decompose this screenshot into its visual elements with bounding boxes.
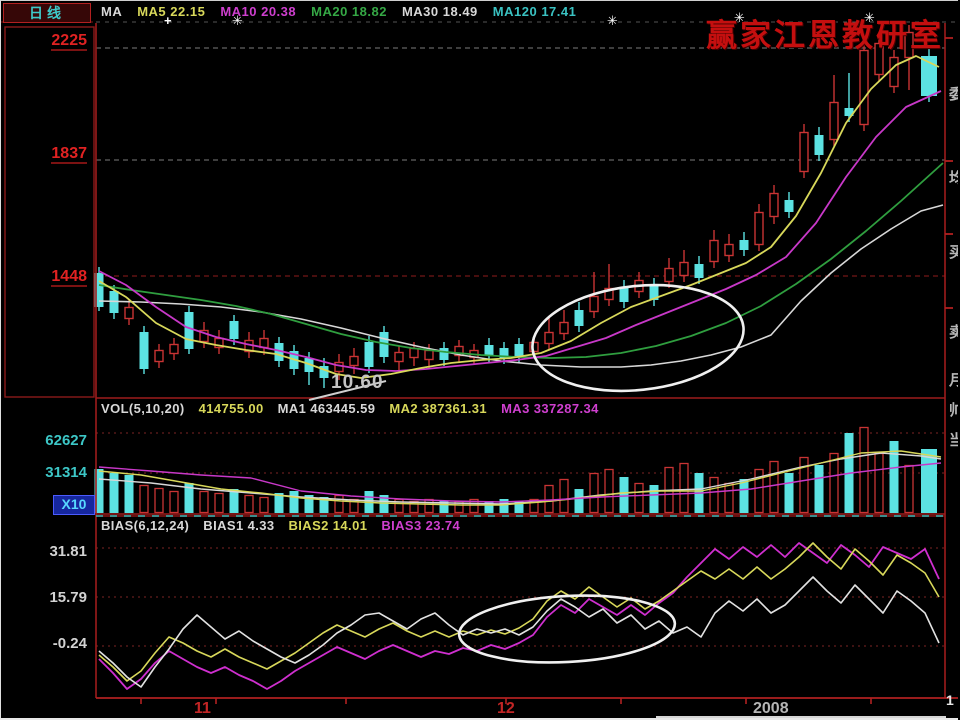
- indicator-value-ma3: MA3 337287.34: [501, 401, 599, 416]
- sidebar-clipped-char: 均: [949, 167, 958, 188]
- indicator-value-bias1: BIAS1 4.33: [203, 518, 274, 533]
- ma-value-ma20: MA20 18.82: [311, 4, 387, 19]
- price-axis-label: 1837: [1, 145, 87, 163]
- ma-values-row: MA MA5 22.15 MA10 20.38 MA20 18.82 MA30 18.4…: [101, 4, 591, 19]
- sidebar-clipped-char: 帅: [949, 399, 958, 420]
- sidebar-clipped-char: 委: [949, 83, 958, 104]
- time-axis-label: 2008: [753, 700, 789, 718]
- bias-indicator-header: BIAS(6,12,24) BIAS1 4.33 BIAS2 14.01 BIAS3 …: [101, 518, 474, 533]
- volume-axis-label: 62627: [1, 432, 87, 449]
- sidebar-clipped-char: 当: [949, 429, 958, 450]
- price-axis-label: 1448: [1, 268, 87, 286]
- bias-axis-label: -0.24: [1, 635, 87, 652]
- ma-value-ma5: MA5 22.15: [137, 4, 205, 19]
- volume-indicator-header: VOL(5,10,20) 414755.00 MA1 463445.59 MA2 38…: [101, 401, 613, 416]
- ma-value-ma120: MA120 17.41: [493, 4, 577, 19]
- indicator-value-bias3: BIAS3 23.74: [381, 518, 460, 533]
- indicator-value-ma1: MA1 463445.59: [278, 401, 376, 416]
- svg-text:✳: ✳: [607, 13, 618, 28]
- ma-value-ma10: MA10 20.38: [220, 4, 296, 19]
- indicator-value-bias61224: BIAS(6,12,24): [101, 518, 189, 533]
- page-indicator: 1: [946, 692, 954, 708]
- bias-axis-label: 15.79: [1, 589, 87, 606]
- bias-axis-label: 31.81: [1, 543, 87, 560]
- ma-value-ma30: MA30 18.49: [402, 4, 478, 19]
- period-tab-daily[interactable]: 日线: [3, 3, 91, 23]
- indicator-value-current: 414755.00: [199, 401, 264, 416]
- ma-value-ma: MA: [101, 4, 122, 19]
- stock-chart-app: +✳✳✳✳ 日线 MA MA5 22.15 MA10 20.38 MA20 18.82…: [0, 0, 958, 720]
- time-axis-label: 12: [497, 700, 515, 718]
- candlestick-chart-canvas[interactable]: +✳✳✳✳: [1, 1, 958, 720]
- sidebar-clipped-char: 月: [949, 369, 958, 390]
- indicator-value-vol51020: VOL(5,10,20): [101, 401, 185, 416]
- watermark-text: 赢家江恩教研室: [706, 10, 944, 55]
- volume-axis-label: 31314: [1, 464, 87, 481]
- sidebar-clipped-char: 卖: [949, 321, 958, 342]
- volume-unit-badge[interactable]: X10: [53, 495, 95, 515]
- sidebar-clipped-char: 买: [949, 241, 958, 262]
- price-axis-label: 2225: [1, 32, 87, 50]
- indicator-value-bias2: BIAS2 14.01: [289, 518, 368, 533]
- time-axis-label: 11: [194, 700, 211, 718]
- indicator-value-ma2: MA2 387361.31: [389, 401, 487, 416]
- price-annotation: 10.60: [331, 372, 384, 394]
